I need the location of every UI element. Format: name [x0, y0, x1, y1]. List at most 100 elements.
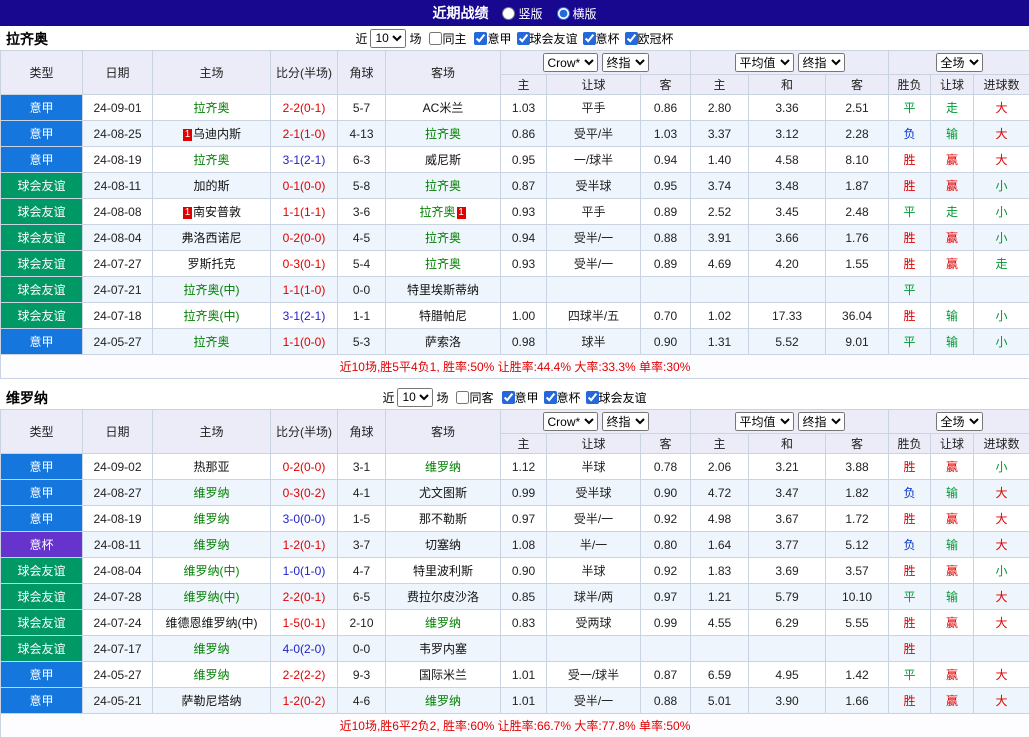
away-team-link[interactable]: 拉齐奥	[419, 205, 455, 219]
away-team-link[interactable]: 韦罗内塞	[419, 642, 467, 656]
match-count-select[interactable]: 10	[397, 388, 433, 407]
odds-period-select[interactable]: 终指	[602, 412, 649, 431]
league-checkbox[interactable]	[502, 391, 515, 404]
home-team-link[interactable]: 南安普敦	[193, 205, 241, 219]
match-score[interactable]: 1-1(0-0)	[271, 329, 338, 355]
match-score[interactable]: 2-1(1-0)	[271, 121, 338, 147]
away-team-link[interactable]: 费拉尔皮沙洛	[407, 590, 479, 604]
match-count-select[interactable]: 10	[370, 29, 406, 48]
away-team-link[interactable]: 拉齐奥	[425, 179, 461, 193]
home-team-link[interactable]: 弗洛西诺尼	[181, 231, 241, 245]
home-team-link[interactable]: 维罗纳	[193, 642, 229, 656]
home-team-link[interactable]: 乌迪内斯	[193, 127, 241, 141]
league-checkbox[interactable]	[517, 32, 530, 45]
away-team-link[interactable]: 萨索洛	[425, 335, 461, 349]
match-score[interactable]: 1-1(1-1)	[271, 199, 338, 225]
league-checkbox[interactable]	[586, 391, 599, 404]
avg-select[interactable]: 平均值	[735, 412, 794, 431]
match-date: 24-08-04	[83, 225, 153, 251]
home-team-link[interactable]: 拉齐奥	[193, 101, 229, 115]
horizontal-layout-radio[interactable]	[557, 7, 570, 20]
match-score[interactable]: 0-1(0-0)	[271, 173, 338, 199]
match-score[interactable]: 1-2(0-2)	[271, 688, 338, 714]
home-team-link[interactable]: 拉齐奥(中)	[184, 283, 240, 297]
vertical-layout-radio[interactable]	[502, 7, 515, 20]
home-team-link[interactable]: 加的斯	[193, 179, 229, 193]
match-score[interactable]: 2-2(0-1)	[271, 95, 338, 121]
away-team-link[interactable]: 特腊帕尼	[419, 309, 467, 323]
home-team-link[interactable]: 拉齐奥(中)	[184, 309, 240, 323]
away-team-link[interactable]: 威尼斯	[425, 153, 461, 167]
home-team-link[interactable]: 罗斯托克	[187, 257, 235, 271]
away-team-link[interactable]: 维罗纳	[425, 460, 461, 474]
match-score[interactable]: 0-2(0-0)	[271, 225, 338, 251]
league-filter[interactable]: 球会友谊	[586, 389, 647, 406]
avg-period-select[interactable]: 终指	[798, 53, 845, 72]
scope-select[interactable]: 全场	[936, 53, 983, 72]
odds-home: 0.87	[501, 173, 547, 199]
home-team-link[interactable]: 拉齐奥	[193, 153, 229, 167]
away-team-link[interactable]: 那不勒斯	[419, 512, 467, 526]
league-filter[interactable]: 意甲	[502, 389, 539, 406]
league-filter[interactable]: 球会友谊	[517, 30, 578, 47]
away-team-link[interactable]: 拉齐奥	[425, 231, 461, 245]
match-score[interactable]: 0-3(0-1)	[271, 251, 338, 277]
home-team-link[interactable]: 维德恩维罗纳(中)	[166, 616, 258, 630]
corner-score: 5-7	[338, 95, 386, 121]
home-team-link[interactable]: 维罗纳	[193, 668, 229, 682]
away-team-link[interactable]: 尤文图斯	[419, 486, 467, 500]
odds-home: 1.01	[501, 688, 547, 714]
match-score[interactable]: 2-2(0-1)	[271, 584, 338, 610]
odds-source-select[interactable]: Crow*	[543, 412, 598, 431]
layout-option-horizontal[interactable]: 横版	[557, 5, 597, 22]
league-filter[interactable]: 意甲	[474, 30, 511, 47]
away-team-link[interactable]: 切塞纳	[425, 538, 461, 552]
away-team-link[interactable]: 维罗纳	[425, 694, 461, 708]
home-team-link[interactable]: 维罗纳	[193, 486, 229, 500]
avg-select[interactable]: 平均值	[735, 53, 794, 72]
away-team-link[interactable]: 拉齐奥	[425, 127, 461, 141]
match-score[interactable]: 1-0(1-0)	[271, 558, 338, 584]
home-team-link[interactable]: 热那亚	[193, 460, 229, 474]
match-score[interactable]: 0-2(0-0)	[271, 454, 338, 480]
home-team-link[interactable]: 拉齐奥	[193, 335, 229, 349]
league-filter[interactable]: 欧冠杯	[625, 30, 674, 47]
same-venue-checkbox[interactable]	[429, 32, 442, 45]
match-score[interactable]: 3-1(2-1)	[271, 303, 338, 329]
home-team-link[interactable]: 维罗纳(中)	[184, 564, 240, 578]
away-team-link[interactable]: 特里波利斯	[413, 564, 473, 578]
same-venue-filter[interactable]: 同主	[429, 30, 466, 47]
league-checkbox[interactable]	[474, 32, 487, 45]
away-team-link[interactable]: 拉齐奥	[425, 257, 461, 271]
same-venue-filter[interactable]: 同客	[456, 389, 493, 406]
match-score[interactable]: 0-3(0-2)	[271, 480, 338, 506]
match-score[interactable]: 1-2(0-1)	[271, 532, 338, 558]
away-team-link[interactable]: 特里埃斯蒂纳	[407, 283, 479, 297]
away-team-link[interactable]: AC米兰	[423, 101, 464, 115]
league-checkbox[interactable]	[583, 32, 596, 45]
league-checkbox[interactable]	[544, 391, 557, 404]
match-score[interactable]: 3-1(2-1)	[271, 147, 338, 173]
avg-away: 2.28	[826, 121, 889, 147]
odds-source-select[interactable]: Crow*	[543, 53, 598, 72]
league-filter[interactable]: 意杯	[544, 389, 581, 406]
home-team-link[interactable]: 维罗纳	[193, 512, 229, 526]
home-team-link[interactable]: 萨勒尼塔纳	[181, 694, 241, 708]
league-checkbox[interactable]	[625, 32, 638, 45]
odds-period-select[interactable]: 终指	[602, 53, 649, 72]
match-score[interactable]: 2-2(2-2)	[271, 662, 338, 688]
match-score[interactable]: 1-5(0-1)	[271, 610, 338, 636]
match-score[interactable]: 1-1(1-0)	[271, 277, 338, 303]
league-filter[interactable]: 意杯	[583, 30, 620, 47]
layout-option-vertical[interactable]: 竖版	[502, 5, 542, 22]
match-score[interactable]: 4-0(2-0)	[271, 636, 338, 662]
match-score[interactable]: 3-0(0-0)	[271, 506, 338, 532]
away-team-link[interactable]: 国际米兰	[419, 668, 467, 682]
home-team-link[interactable]: 维罗纳	[193, 538, 229, 552]
avg-period-select[interactable]: 终指	[798, 412, 845, 431]
scope-select[interactable]: 全场	[936, 412, 983, 431]
away-team-link[interactable]: 维罗纳	[425, 616, 461, 630]
avg-away: 5.12	[826, 532, 889, 558]
same-venue-checkbox[interactable]	[456, 391, 469, 404]
home-team-link[interactable]: 维罗纳(中)	[184, 590, 240, 604]
